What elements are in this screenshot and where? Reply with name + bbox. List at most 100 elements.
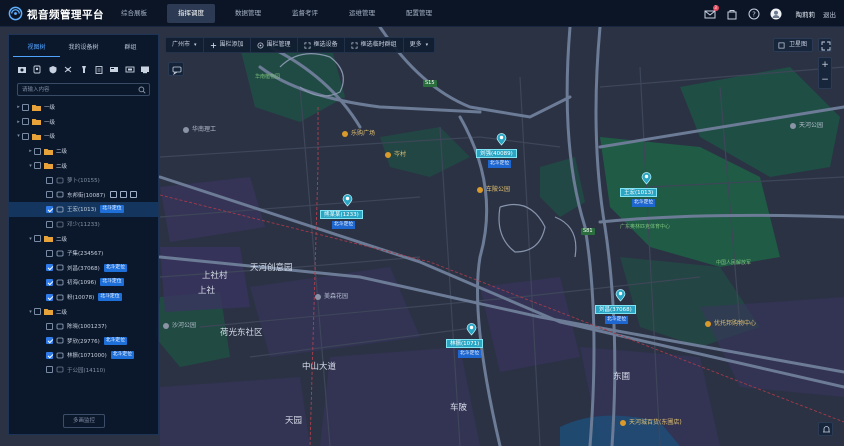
city-select-label: 广州市 (172, 41, 191, 48)
tree-checkbox[interactable] (46, 278, 53, 286)
help-icon[interactable]: ? (748, 8, 760, 20)
nav-item-dispatch[interactable]: 指挥调度 (167, 4, 215, 23)
fullscreen-button[interactable] (818, 38, 832, 52)
tab-view-tree[interactable]: 视图树 (13, 40, 60, 57)
tree-checkbox[interactable] (46, 176, 53, 184)
user-avatar-icon[interactable] (770, 8, 782, 20)
tree-device-row[interactable]: 萝卜(10155) (9, 173, 158, 188)
card-icon[interactable] (109, 65, 119, 74)
device-icon[interactable] (125, 65, 135, 74)
phone-icon[interactable] (110, 191, 118, 199)
nav-item-data[interactable]: 数据管理 (224, 4, 272, 23)
search-icon[interactable] (138, 86, 146, 94)
tree-checkbox[interactable] (46, 337, 53, 345)
tab-my-devices[interactable]: 我的设备树 (60, 40, 107, 57)
box-select-icon (351, 42, 358, 48)
road-sign-s81: S81 (581, 228, 595, 235)
shield-icon[interactable] (48, 65, 58, 74)
notification-button[interactable] (818, 422, 833, 436)
monitor-icon[interactable] (140, 65, 150, 74)
tree-folder-row[interactable]: ▾ 一级 (9, 129, 158, 144)
tree-device-row[interactable]: 初海(1096) 北斗定位 (9, 275, 158, 290)
tree-folder-row[interactable]: ▸ 一级 (9, 100, 158, 115)
bag-icon[interactable] (726, 8, 738, 20)
tree-device-row[interactable]: 林振(1071000) 北斗定位 (9, 348, 158, 363)
caret-down-icon[interactable]: ▾ (27, 236, 34, 242)
tree-device-row[interactable]: 粉(10078) 北斗定位 (9, 290, 158, 305)
tree-folder-row[interactable]: ▾ 二级 (9, 231, 158, 246)
clipboard-icon[interactable] (94, 65, 104, 74)
multi-screen-button[interactable]: 多画监控 (63, 414, 105, 428)
tree-checkbox[interactable] (46, 191, 53, 199)
tree-device-row[interactable]: 子集(234567) (9, 246, 158, 261)
tree-checkbox[interactable] (22, 103, 29, 111)
tree-checkbox[interactable] (46, 366, 53, 374)
fence-add-label: 围栏添加 (219, 41, 244, 48)
more-button[interactable]: 更多 ▾ (404, 38, 435, 52)
zoom-out-button[interactable]: − (819, 73, 831, 88)
fence-add-button[interactable]: 围栏添加 (204, 38, 251, 52)
app-title: 视音频管理平台 (27, 9, 104, 21)
caret-right-icon[interactable]: ▸ (15, 104, 22, 110)
tree-checkbox[interactable] (22, 132, 29, 140)
map-poi: 华南植物园 (255, 74, 281, 80)
drone-icon[interactable] (63, 65, 73, 74)
tree-folder-row[interactable]: ▾ 二级 (9, 158, 158, 173)
device-search (17, 83, 150, 96)
message-icon[interactable] (130, 191, 138, 199)
body-camera-icon[interactable] (32, 65, 42, 74)
nav-item-operations[interactable]: 运维管理 (338, 4, 386, 23)
tree-folder-row[interactable]: ▸ 一级 (9, 115, 158, 130)
tree-folder-row[interactable]: ▸ 二级 (9, 144, 158, 159)
fence-manage-button[interactable]: 围栏管理 (251, 38, 298, 52)
caret-down-icon[interactable]: ▾ (27, 309, 34, 315)
username[interactable]: 陶莉莉 (796, 9, 816, 19)
zoom-in-button[interactable]: + (819, 58, 831, 73)
search-input[interactable] (18, 84, 149, 95)
tree-device-row[interactable]: 邓少(11233) (9, 217, 158, 232)
chevron-down-icon: ▾ (194, 42, 197, 48)
caret-down-icon[interactable]: ▾ (27, 163, 34, 169)
tree-node-label: 梦欣(29776) (67, 338, 100, 345)
tree-node-label: 萝卜(10155) (67, 178, 100, 185)
tree-checkbox[interactable] (34, 162, 41, 170)
target-icon (257, 42, 264, 48)
tree-checkbox[interactable] (46, 205, 53, 213)
tree-checkbox[interactable] (46, 249, 53, 257)
tree-checkbox[interactable] (46, 264, 53, 272)
tree-device-row[interactable]: 东邦街(10087) (9, 188, 158, 203)
tree-device-row[interactable]: 陈晓(1001237) (9, 319, 158, 334)
caret-right-icon[interactable]: ▸ (15, 119, 22, 125)
box-select-device-button[interactable]: 框选设备 (298, 38, 345, 52)
mail-icon[interactable]: 3 (704, 5, 719, 20)
video-icon[interactable] (120, 191, 128, 199)
city-select[interactable]: 广州市 ▾ (166, 38, 204, 52)
nav-item-evaluation[interactable]: 监督考评 (281, 4, 329, 23)
caret-down-icon[interactable]: ▾ (15, 133, 22, 139)
message-button[interactable] (168, 62, 184, 76)
logout-link[interactable]: 退出 (823, 9, 836, 19)
tree-checkbox[interactable] (46, 293, 53, 301)
tree-checkbox[interactable] (46, 351, 53, 359)
box-select-group-button[interactable]: 框选临时群组 (345, 38, 404, 52)
folder-icon (32, 104, 41, 111)
tree-checkbox[interactable] (34, 235, 41, 243)
tree-checkbox[interactable] (22, 118, 29, 126)
nav-item-dashboard[interactable]: 综合展板 (110, 4, 158, 23)
tree-device-row[interactable]: 于公园(14110) (9, 363, 158, 378)
tree-checkbox[interactable] (34, 147, 41, 155)
tree-device-row[interactable]: 梦欣(29776) 北斗定位 (9, 334, 158, 349)
tree-folder-row[interactable]: ▾ 二级 (9, 304, 158, 319)
tree-device-row[interactable]: 王宏(1013) 北斗定位 (9, 202, 158, 217)
caret-right-icon[interactable]: ▸ (27, 148, 34, 154)
camera-box-icon[interactable] (17, 65, 27, 74)
tree-checkbox[interactable] (46, 322, 53, 330)
satellite-toggle[interactable]: 卫星图 (773, 38, 813, 52)
tree-checkbox[interactable] (46, 220, 53, 228)
tab-groups[interactable]: 群组 (107, 40, 154, 57)
layers-icon (778, 42, 785, 49)
flashlight-icon[interactable] (79, 65, 89, 74)
nav-item-config[interactable]: 配置管理 (395, 4, 443, 23)
tree-checkbox[interactable] (34, 308, 41, 316)
tree-device-row[interactable]: 刘昌(37068) 北斗定位 (9, 261, 158, 276)
